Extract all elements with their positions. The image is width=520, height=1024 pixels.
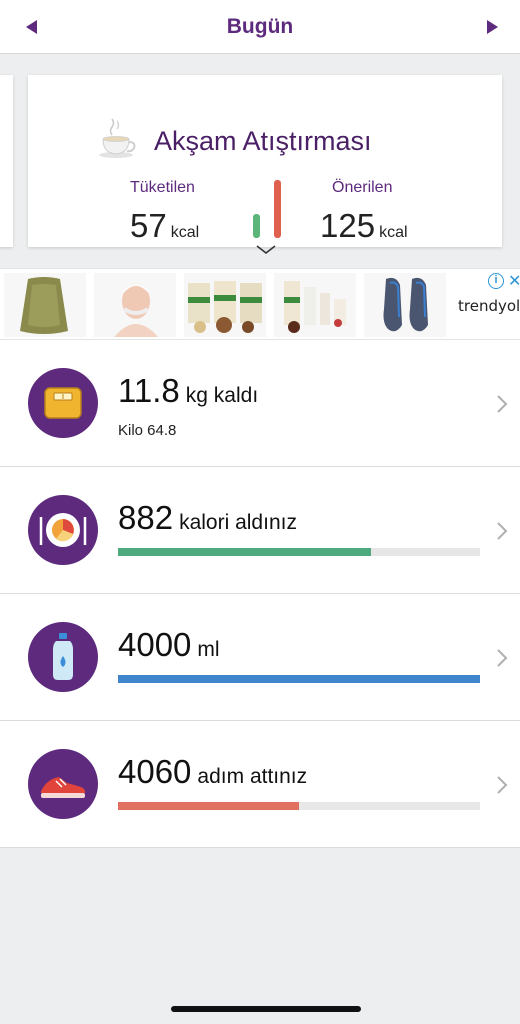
- info-icon[interactable]: i: [488, 273, 504, 289]
- chevron-right-icon: [497, 395, 508, 413]
- date-header: Bugün: [0, 0, 520, 54]
- recommended-value: 125 kcal: [320, 207, 408, 245]
- calories-progress-fill: [118, 548, 372, 556]
- next-day-button[interactable]: [482, 17, 502, 37]
- consumed-value: 57 kcal: [130, 207, 199, 245]
- ad-product-image[interactable]: [4, 273, 86, 337]
- steps-progress-fill: [118, 802, 299, 810]
- daily-summary-list: 11.8 kg kaldı Kilo 64.8 882 kalori aldınız: [0, 340, 520, 848]
- steps-value: 4060: [118, 753, 192, 790]
- weight-detail: Kilo 64.8: [118, 422, 177, 439]
- weight-main: 11.8 kg kaldı: [118, 372, 258, 410]
- consumed-label: Tüketilen: [130, 179, 195, 196]
- water-progress-fill: [118, 675, 480, 683]
- meal-title: Akşam Atıştırması: [154, 126, 372, 156]
- calories-suffix: kalori aldınız: [179, 511, 297, 534]
- consumed-number: 57: [130, 207, 167, 244]
- steps-row[interactable]: 4060 adım attınız: [0, 721, 520, 848]
- recommended-unit: kcal: [379, 224, 408, 241]
- steps-main: 4060 adım attınız: [118, 753, 307, 791]
- water-bottle-icon: [28, 622, 98, 692]
- recommended-number: 125: [320, 207, 376, 244]
- water-value: 4000: [118, 626, 192, 663]
- ad-brand-logo[interactable]: trendyol: [458, 297, 520, 315]
- close-icon[interactable]: ✕: [508, 271, 520, 291]
- calories-progress-bar: [118, 548, 480, 556]
- plate-icon: [28, 495, 98, 565]
- weight-value: 11.8: [118, 372, 180, 409]
- recommended-bar: [274, 180, 281, 238]
- ad-product-image[interactable]: [184, 273, 266, 337]
- steps-suffix: adım attınız: [197, 765, 308, 788]
- chevron-right-icon: [497, 522, 508, 540]
- water-row[interactable]: 4000 ml: [0, 594, 520, 721]
- calories-row[interactable]: 882 kalori aldınız: [0, 467, 520, 594]
- water-progress-bar: [118, 675, 480, 683]
- scale-icon: [28, 368, 98, 438]
- ad-product-image[interactable]: [274, 273, 356, 337]
- teacup-icon: [99, 118, 136, 158]
- chevron-right-icon: [497, 776, 508, 794]
- consumed-unit: kcal: [170, 224, 200, 241]
- ad-product-image[interactable]: [94, 273, 176, 337]
- previous-meal-card[interactable]: [0, 75, 13, 247]
- steps-progress-bar: [118, 802, 480, 810]
- expand-chevron-icon[interactable]: [255, 243, 277, 257]
- weight-suffix: kg kaldı: [185, 384, 259, 407]
- ad-banner[interactable]: trendyol i ✕: [0, 268, 520, 340]
- weight-row[interactable]: 11.8 kg kaldı Kilo 64.8: [0, 340, 520, 467]
- water-main: 4000 ml: [118, 626, 220, 664]
- arrow-right-icon: [487, 20, 498, 34]
- water-suffix: ml: [197, 638, 220, 661]
- meal-carousel[interactable]: Akşam Atıştırması Tüketilen 57 kcal Öneri…: [0, 55, 520, 268]
- sneaker-icon: [28, 749, 98, 819]
- date-title: Bugün: [226, 15, 294, 38]
- consumed-bar: [253, 214, 260, 238]
- recommended-label: Önerilen: [332, 179, 393, 196]
- calories-value: 882: [118, 499, 174, 536]
- calories-main: 882 kalori aldınız: [118, 499, 297, 537]
- home-indicator[interactable]: [171, 1006, 361, 1012]
- chevron-right-icon: [497, 649, 508, 667]
- meal-card[interactable]: Akşam Atıştırması Tüketilen 57 kcal Öneri…: [28, 75, 502, 255]
- ad-product-image[interactable]: [364, 273, 446, 337]
